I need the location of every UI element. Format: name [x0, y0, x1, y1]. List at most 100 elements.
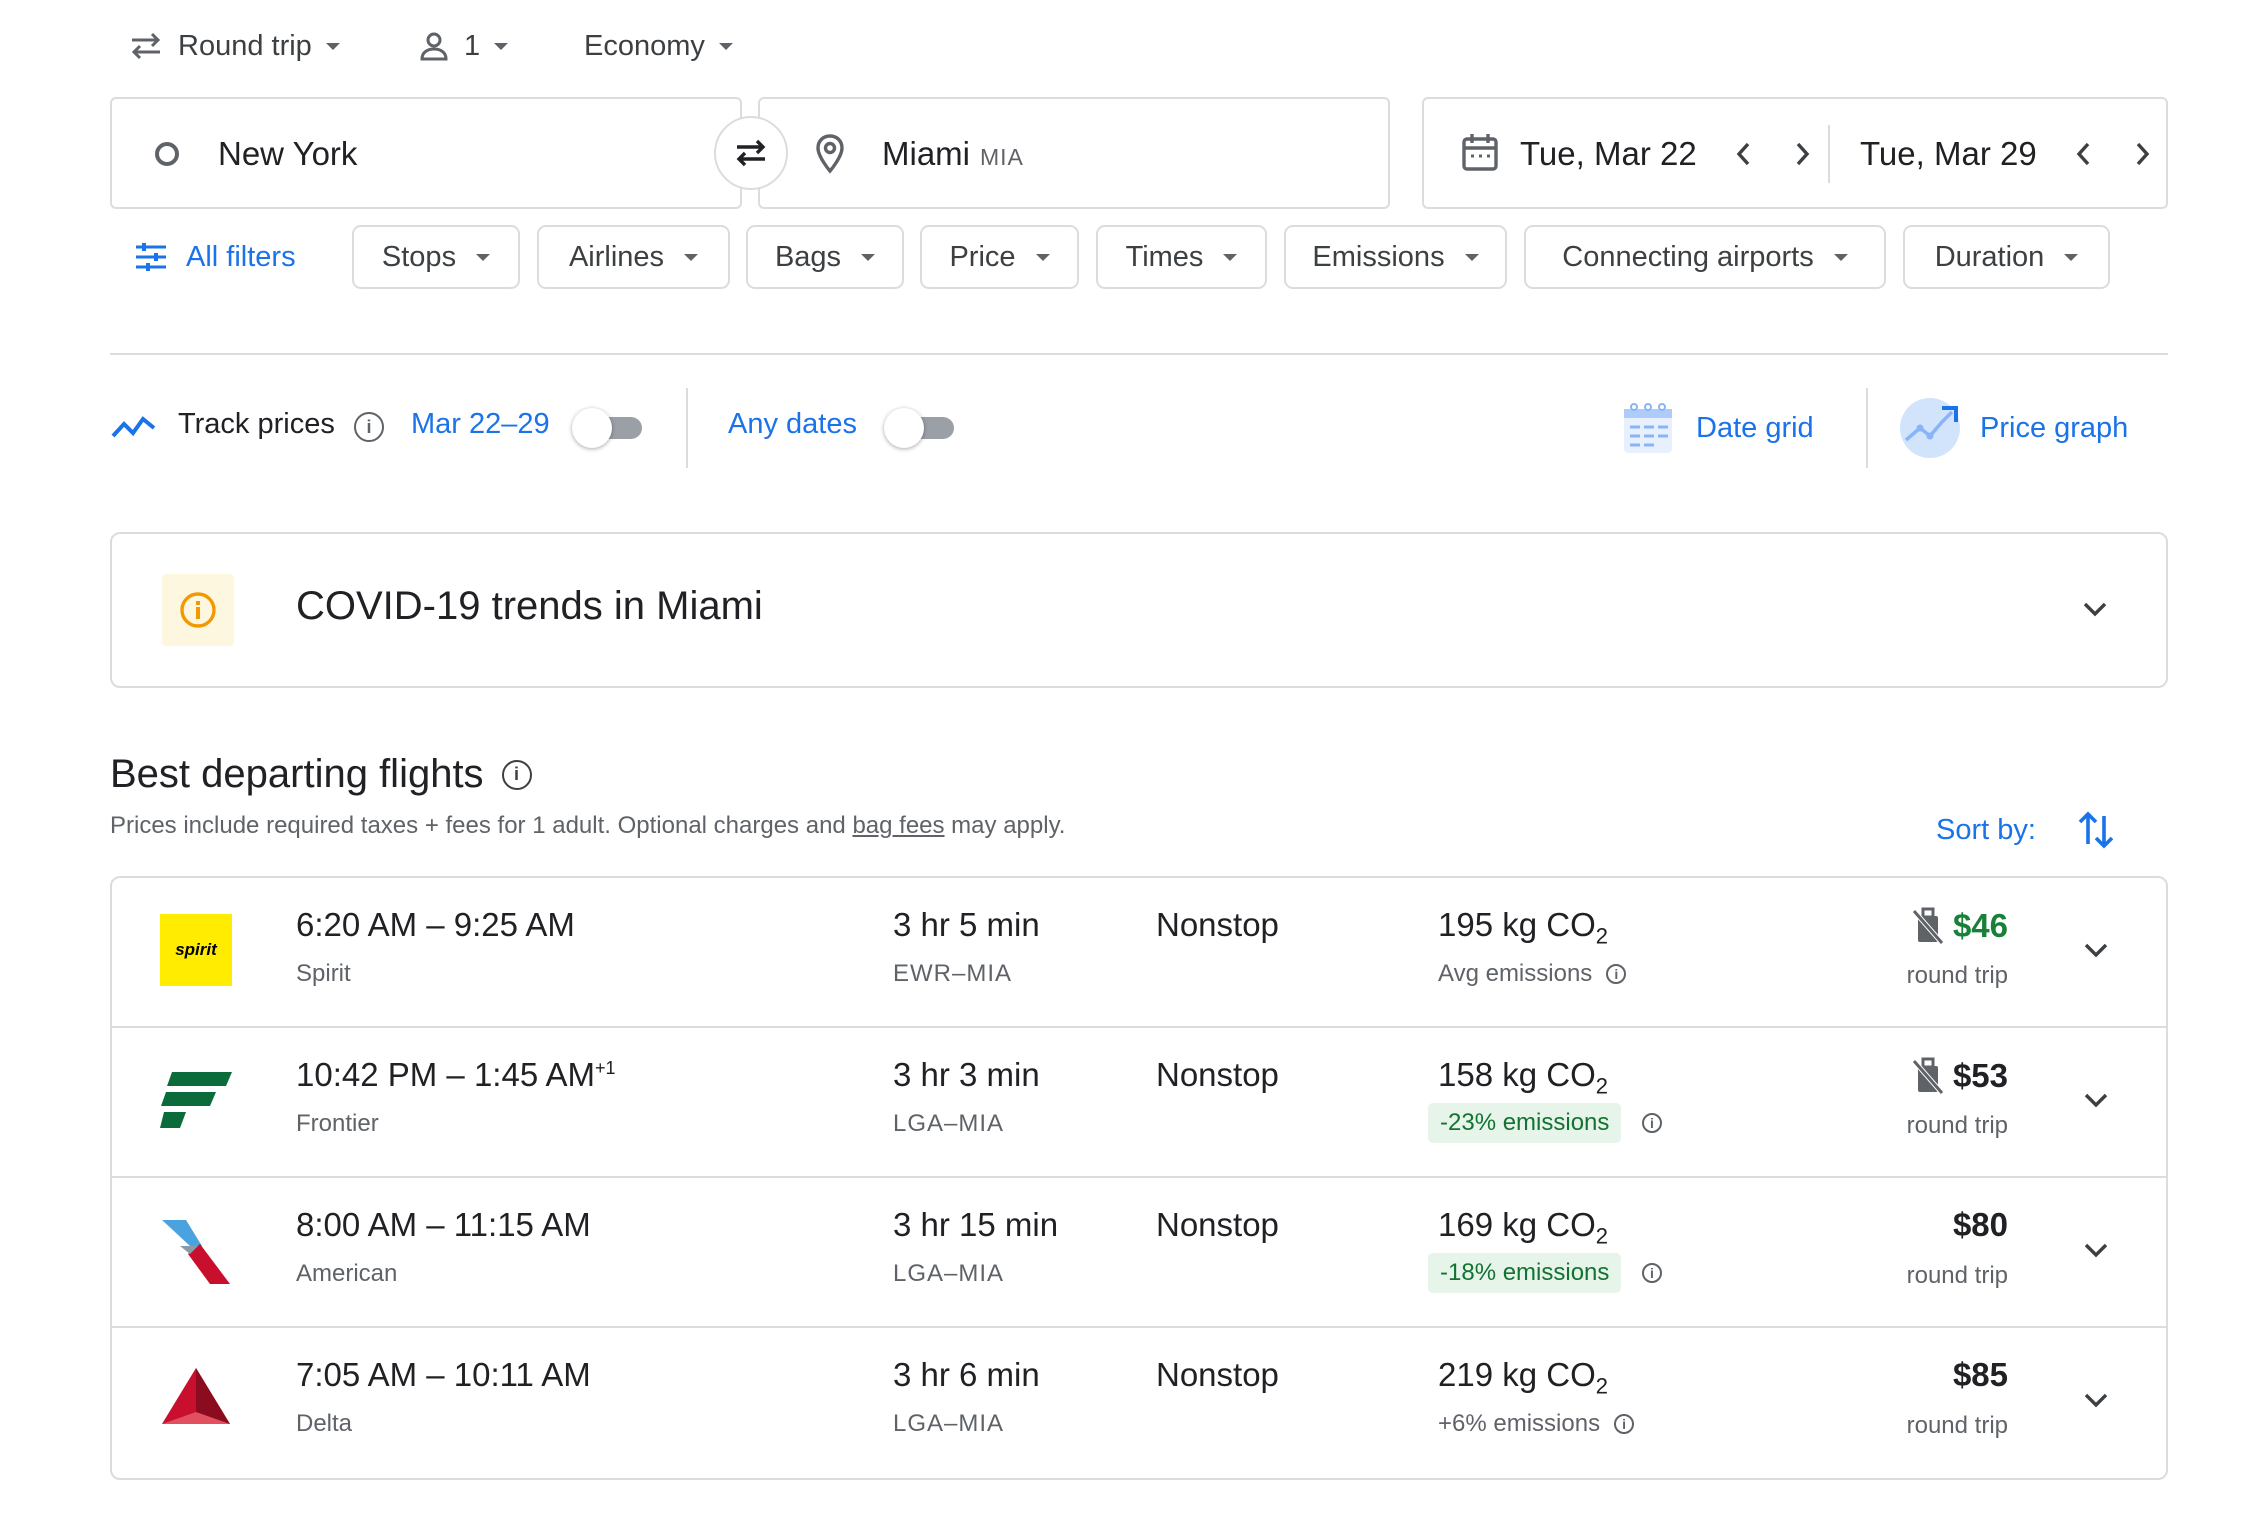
info-icon[interactable]: i	[1606, 964, 1627, 984]
chip-label: Stops	[381, 240, 457, 273]
price-value: $53	[1952, 1057, 2008, 1094]
chip-label: Bags	[774, 240, 842, 273]
flight-times: 7:05 AM – 10:11 AM	[296, 1356, 591, 1393]
flight-row[interactable]: 8:00 AM – 11:15 AM American 3 hr 15 min …	[112, 1178, 2168, 1328]
sort-by-label: Sort by:	[1936, 813, 2036, 846]
chip-label: Price	[949, 240, 1016, 273]
chevron-down-icon	[718, 42, 733, 50]
price-value: $80	[1952, 1206, 2008, 1243]
track-prices-toggle[interactable]	[572, 408, 646, 448]
price-note: round trip	[1906, 1412, 2008, 1439]
info-icon[interactable]: i	[1614, 1414, 1635, 1434]
flight-stops: Nonstop	[1156, 1206, 1279, 1243]
chevron-down-icon	[325, 42, 340, 50]
emissions-info: +6% emissions i	[1438, 1410, 1635, 1438]
expand-button[interactable]	[2074, 1228, 2118, 1272]
passengers-select[interactable]: 1	[418, 18, 509, 74]
covid-info-badge	[162, 574, 234, 646]
filter-chip-emissions[interactable]: Emissions	[1284, 225, 1507, 289]
american-airlines-logo	[162, 1220, 230, 1284]
chevron-down-icon	[861, 253, 876, 261]
flight-row[interactable]: 7:05 AM – 10:11 AM Delta 3 hr 6 min LGA–…	[112, 1328, 2168, 1478]
chevron-down-icon	[1035, 253, 1050, 261]
depart-date[interactable]: Tue, Mar 22	[1520, 135, 1697, 173]
filter-chip-times[interactable]: Times	[1096, 225, 1267, 289]
chip-label: Connecting airports	[1562, 240, 1814, 273]
price-graph-icon	[1900, 398, 1960, 458]
emissions-info: Avg emissions i	[1438, 960, 1627, 988]
flight-row[interactable]: 10:42 PM – 1:45 AM+1 Frontier 3 hr 3 min…	[112, 1028, 2168, 1178]
divider	[110, 353, 2168, 355]
expand-button[interactable]	[2074, 1078, 2118, 1122]
date-grid-button[interactable]: Date grid	[1620, 398, 1814, 458]
destination-code: MIA	[980, 144, 1024, 170]
price-value: $85	[1952, 1356, 2008, 1393]
info-icon[interactable]: i	[354, 412, 384, 442]
expand-button[interactable]	[2074, 928, 2118, 972]
flight-duration: 3 hr 15 min	[893, 1206, 1059, 1243]
person-icon	[420, 32, 448, 61]
trip-type-label: Round trip	[178, 29, 312, 62]
airline-name: Delta	[296, 1410, 353, 1437]
flight-times: 8:00 AM – 11:15 AM	[296, 1206, 591, 1243]
price-note: round trip	[1906, 962, 2008, 989]
emissions-label: +6% emissions	[1438, 1410, 1601, 1437]
prev-return-date-icon[interactable]	[2072, 139, 2096, 169]
emissions-label: Avg emissions	[1438, 960, 1593, 987]
all-filters-label: All filters	[186, 240, 296, 273]
flight-stops: Nonstop	[1156, 1056, 1279, 1093]
next-depart-date-icon[interactable]	[1790, 139, 1814, 169]
origin-field[interactable]: New York	[110, 97, 742, 209]
co2-value: 169 kg CO2	[1438, 1206, 1608, 1250]
covid-trends-card[interactable]: COVID-19 trends in Miami	[110, 532, 2168, 688]
info-icon[interactable]: i	[1642, 1113, 1662, 1133]
emissions-badge: -23% emissions	[1428, 1103, 1622, 1143]
info-icon[interactable]: i	[501, 759, 532, 790]
next-day-marker: +1	[595, 1058, 616, 1078]
chevron-down-icon	[2083, 602, 2107, 617]
date-grid-icon	[1624, 403, 1672, 453]
any-dates-toggle[interactable]	[884, 408, 958, 448]
flight-route: LGA–MIA	[893, 1260, 1005, 1287]
co2-amount: 219 kg CO	[1438, 1356, 1596, 1393]
price-graph-button[interactable]: Price graph	[1898, 396, 2128, 460]
co2-subscript: 2	[1595, 1073, 1608, 1099]
trend-line-icon	[111, 416, 156, 438]
trip-type-select[interactable]: Round trip	[128, 18, 340, 74]
co2-subscript: 2	[1595, 923, 1608, 949]
filter-chip-stops[interactable]: Stops	[352, 225, 520, 289]
filter-chip-airlines[interactable]: Airlines	[537, 225, 730, 289]
dates-field: Tue, Mar 22 Tue, Mar 29	[1422, 97, 2168, 209]
bag-fees-link[interactable]: bag fees	[852, 812, 944, 839]
flight-route: LGA–MIA	[893, 1410, 1005, 1437]
filter-chip-bags[interactable]: Bags	[746, 225, 904, 289]
sort-by-button[interactable]: Sort by:	[1936, 808, 2116, 852]
chevron-down-icon	[2084, 943, 2108, 958]
info-icon[interactable]: i	[1642, 1263, 1662, 1283]
toggle-knob	[884, 408, 924, 448]
tools-divider	[686, 388, 688, 468]
next-return-date-icon[interactable]	[2130, 139, 2154, 169]
swap-locations-button[interactable]	[714, 116, 788, 190]
flight-stops: Nonstop	[1156, 1356, 1279, 1393]
flight-row[interactable]: spirit 6:20 AM – 9:25 AM Spirit 3 hr 5 m…	[112, 878, 2168, 1028]
airline-name: American	[296, 1260, 398, 1287]
sort-arrows-icon	[2078, 811, 2114, 849]
return-date[interactable]: Tue, Mar 29	[1860, 135, 2037, 173]
any-dates-label: Any dates	[728, 408, 857, 440]
expand-button[interactable]	[2074, 1378, 2118, 1422]
filter-chip-price[interactable]: Price	[920, 225, 1079, 289]
cabin-class-select[interactable]: Economy	[584, 18, 733, 74]
prev-depart-date-icon[interactable]	[1732, 139, 1756, 169]
flight-times-text: 10:42 PM – 1:45 AM	[296, 1056, 596, 1093]
price-graph-label: Price graph	[1980, 411, 2129, 444]
track-range-label: Mar 22–29	[411, 408, 550, 440]
chevron-down-icon	[476, 253, 491, 261]
filter-chip-duration[interactable]: Duration	[1903, 225, 2110, 289]
date-divider	[1828, 125, 1830, 183]
filter-chip-connecting-airports[interactable]: Connecting airports	[1524, 225, 1886, 289]
destination-field[interactable]: Miami MIA	[758, 97, 1390, 209]
flight-stops: Nonstop	[1156, 906, 1279, 943]
all-filters-button[interactable]: All filters	[134, 236, 296, 278]
date-grid-label: Date grid	[1696, 411, 1814, 444]
